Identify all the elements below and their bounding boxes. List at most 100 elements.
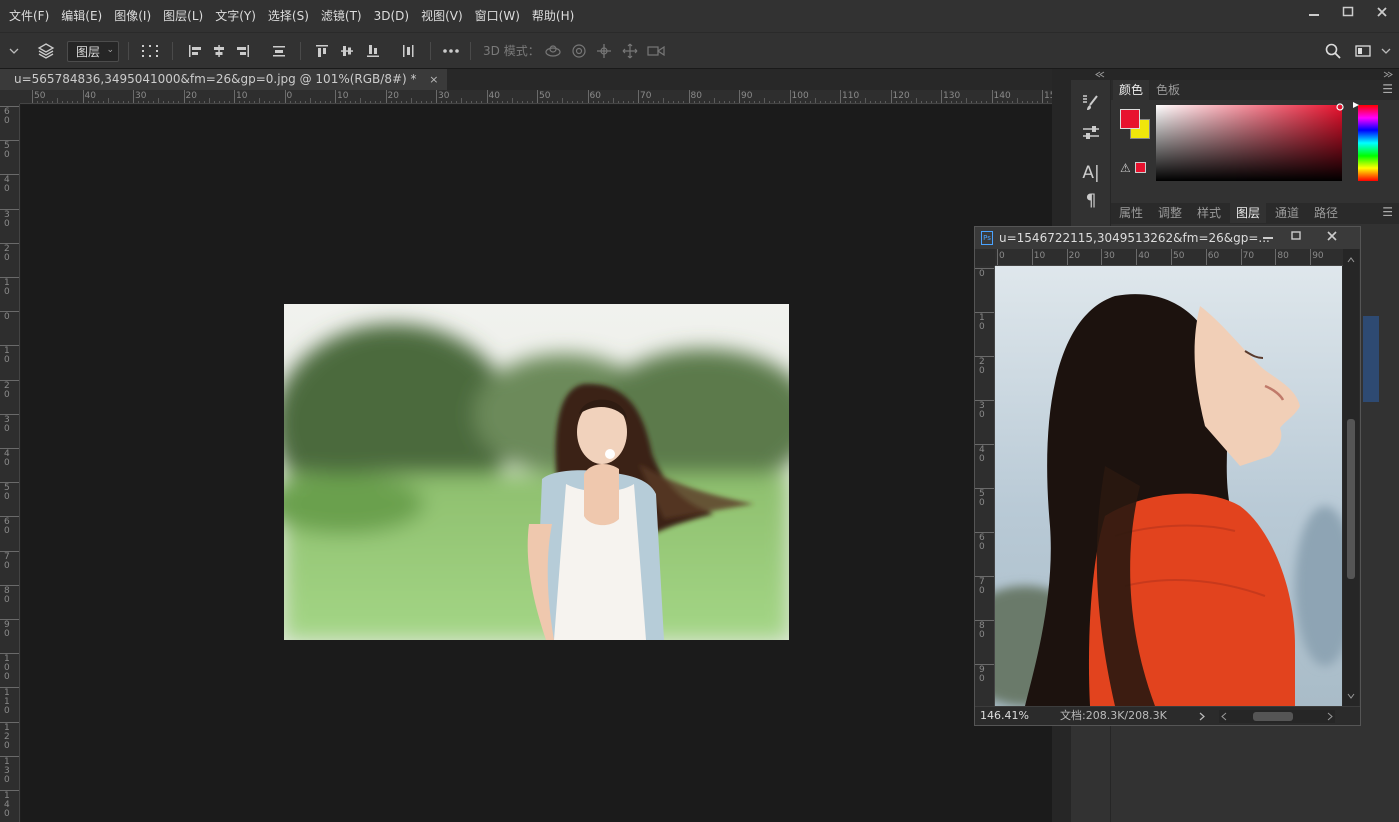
floating-document-window[interactable]: Ps u=1546722115,3049513262&fm=26&gp=... … <box>974 226 1361 726</box>
floating-vertical-ruler[interactable]: 0 10 20 30 40 50 60 70 80 90 <box>975 266 995 706</box>
close-icon[interactable]: × <box>429 69 438 90</box>
panel-menu-icon[interactable]: ☰ <box>1382 82 1393 96</box>
status-menu-arrow-icon[interactable] <box>1199 712 1205 721</box>
tab-paths[interactable]: 路径 <box>1308 203 1344 223</box>
align-top-icon[interactable] <box>311 33 333 69</box>
ruler-minor-tick <box>466 101 468 103</box>
close-icon[interactable] <box>1365 0 1399 24</box>
align-vcenter-icon[interactable] <box>336 33 358 69</box>
tab-styles[interactable]: 样式 <box>1191 203 1227 223</box>
scroll-up-icon[interactable] <box>1347 257 1355 263</box>
tool-preset-chevron-icon[interactable] <box>6 33 22 69</box>
ruler-tick <box>0 174 19 176</box>
minimize-icon[interactable] <box>1297 0 1331 24</box>
hue-slider[interactable] <box>1353 102 1378 181</box>
panel-menu-icon[interactable]: ☰ <box>1382 205 1393 219</box>
divider <box>172 42 173 60</box>
ruler-tick <box>0 721 19 723</box>
maximize-icon[interactable] <box>1331 0 1365 24</box>
vertical-ruler[interactable]: 60 50 40 30 20 10 0 10 20 30 40 50 60 70 80 90 100 110 120… <box>0 104 20 822</box>
workspace-chevron-icon[interactable] <box>1378 33 1394 69</box>
ruler-tick <box>890 90 892 103</box>
collapse-left-icon[interactable] <box>1095 71 1105 78</box>
align-left-icon[interactable] <box>184 33 206 69</box>
menu-filter[interactable]: 滤镜(T) <box>315 0 368 32</box>
3d-scale-icon[interactable] <box>645 33 667 69</box>
ruler-minor-tick <box>365 101 367 103</box>
divider <box>430 42 431 60</box>
ruler-label: 140 <box>993 91 1011 101</box>
ruler-minor-tick <box>158 98 160 103</box>
layers-panel-tabs: 属性 调整 样式 图层 通道 路径 ☰ <box>1111 203 1399 224</box>
3d-pan-icon[interactable] <box>593 33 615 69</box>
character-panel-icon[interactable]: A| <box>1079 162 1103 184</box>
3d-rotate-icon[interactable] <box>542 33 564 69</box>
floating-vscroll-thumb[interactable] <box>1347 419 1355 579</box>
ruler-label: 30 <box>438 91 450 101</box>
ruler-minor-tick <box>845 101 847 103</box>
minimize-icon[interactable] <box>1253 227 1283 249</box>
scroll-down-icon[interactable] <box>1347 693 1355 699</box>
3d-roll-icon[interactable] <box>568 33 590 69</box>
layers-move-icon[interactable] <box>34 33 58 69</box>
ruler-label: 50 <box>4 141 10 161</box>
tab-adjustments[interactable]: 调整 <box>1152 203 1188 223</box>
more-icon[interactable] <box>440 33 462 69</box>
align-right-icon[interactable] <box>232 33 254 69</box>
menu-select[interactable]: 选择(S) <box>262 0 315 32</box>
menu-type[interactable]: 文字(Y) <box>209 0 262 32</box>
auto-select-dropdown[interactable]: 图层 ⌄ <box>67 41 119 62</box>
floating-horizontal-scrollbar[interactable] <box>1219 710 1335 723</box>
menu-layer[interactable]: 图层(L) <box>157 0 209 32</box>
menu-3d[interactable]: 3D(D) <box>368 0 415 32</box>
ruler-minor-tick <box>249 101 251 103</box>
horizontal-ruler[interactable]: 50 40 30 20 10 0 10 20 30 40 50 60 70 80 90 100 110 120 13… <box>20 90 1052 104</box>
collapse-right-icon[interactable] <box>1383 71 1393 78</box>
scroll-right-icon[interactable] <box>1327 712 1333 721</box>
menu-view[interactable]: 视图(V) <box>415 0 469 32</box>
menu-window[interactable]: 窗口(W) <box>469 0 526 32</box>
floating-horizontal-ruler[interactable]: 0 10 20 30 40 50 60 70 80 90 <box>995 249 1350 266</box>
maximize-icon[interactable] <box>1281 227 1311 249</box>
paragraph-panel-icon[interactable]: ¶ <box>1079 190 1103 212</box>
distribute-icon[interactable] <box>268 33 290 69</box>
zoom-level[interactable]: 146.41% <box>980 707 1029 725</box>
tab-channels[interactable]: 通道 <box>1269 203 1305 223</box>
adjust-sliders-icon[interactable] <box>1079 122 1103 144</box>
ruler-minor-tick <box>1031 101 1033 103</box>
scroll-left-icon[interactable] <box>1221 712 1227 721</box>
floating-hscroll-thumb[interactable] <box>1253 712 1293 721</box>
gamut-warning-icon[interactable]: ⚠ <box>1120 161 1131 175</box>
floating-document-image[interactable] <box>995 266 1342 706</box>
floating-window-titlebar[interactable]: Ps u=1546722115,3049513262&fm=26&gp=... <box>975 227 1360 249</box>
brush-icon[interactable] <box>1079 92 1103 114</box>
gamut-correction-swatch[interactable] <box>1135 162 1146 173</box>
tab-swatches[interactable]: 色板 <box>1150 80 1186 100</box>
ruler-minor-tick <box>304 101 306 103</box>
foreground-color-swatch[interactable] <box>1120 109 1140 129</box>
3d-slide-icon[interactable] <box>619 33 641 69</box>
marquee-grid-icon[interactable] <box>138 33 162 69</box>
ruler-minor-tick <box>678 101 680 103</box>
layers-scroll-thumb[interactable] <box>1363 316 1379 402</box>
menu-file[interactable]: 文件(F) <box>3 0 55 32</box>
tab-layers[interactable]: 图层 <box>1230 203 1267 223</box>
hue-slider-handle-icon[interactable] <box>1352 101 1360 109</box>
main-document-image[interactable] <box>284 304 789 640</box>
floating-vertical-scrollbar[interactable] <box>1343 249 1359 706</box>
search-icon[interactable] <box>1322 33 1344 69</box>
workspace-icon[interactable] <box>1352 33 1376 69</box>
menu-edit[interactable]: 编辑(E) <box>55 0 108 32</box>
ruler-origin[interactable] <box>0 90 20 104</box>
close-icon[interactable] <box>1317 227 1347 249</box>
document-tab[interactable]: u=565784836,3495041000&fm=26&gp=0.jpg @ … <box>0 69 447 90</box>
menu-help[interactable]: 帮助(H) <box>526 0 580 32</box>
distribute-vertical-icon[interactable] <box>397 33 419 69</box>
menu-image[interactable]: 图像(I) <box>108 0 157 32</box>
tab-properties[interactable]: 属性 <box>1113 203 1149 223</box>
align-hcenter-icon[interactable] <box>208 33 230 69</box>
align-bottom-icon[interactable] <box>362 33 384 69</box>
panel-dock-header[interactable] <box>1071 69 1399 80</box>
tab-color[interactable]: 颜色 <box>1113 80 1150 100</box>
color-saturation-field[interactable] <box>1156 103 1344 181</box>
